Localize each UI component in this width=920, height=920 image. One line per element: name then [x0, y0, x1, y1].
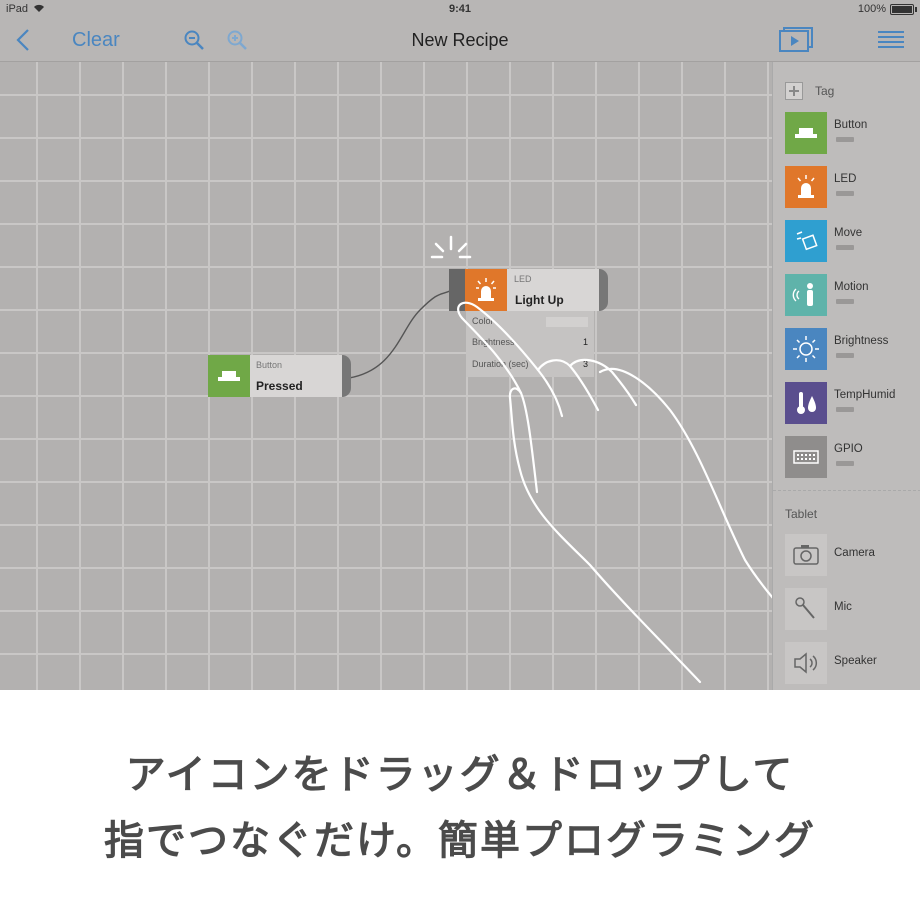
button-icon	[785, 112, 827, 154]
gpio-icon	[785, 436, 827, 478]
tag-section-label: Tag	[815, 84, 835, 98]
camera-icon	[785, 534, 827, 576]
block-palette-sidebar: Tag Button LED Move Motion Brightness Te…	[772, 62, 920, 690]
app-screen: iPad 9:41 100% Clear New Recipe Button P…	[0, 0, 920, 690]
caption-line-1: アイコンをドラッグ＆ドロップして	[125, 753, 795, 797]
palette-item-label: Camera	[834, 547, 875, 559]
motion-icon	[785, 274, 827, 316]
palette-item-camera[interactable]: Camera	[785, 534, 915, 576]
signal-bar	[836, 245, 854, 250]
signal-bar	[836, 137, 854, 142]
slideshow-icon[interactable]	[778, 26, 814, 54]
palette-item-label: Speaker	[834, 655, 877, 667]
palette-item-label: Motion	[834, 281, 869, 293]
palette-item-label: TempHumid	[834, 389, 896, 401]
signal-bar	[836, 191, 854, 196]
signal-bar	[836, 407, 854, 412]
palette-item-button[interactable]: Button	[785, 112, 915, 154]
palette-item-motion[interactable]: Motion	[785, 274, 915, 316]
signal-bar	[836, 299, 854, 304]
palette-item-label: Brightness	[834, 335, 889, 347]
battery-percent: 100%	[857, 3, 886, 15]
palette-item-brightness[interactable]: Brightness	[785, 328, 915, 370]
hand-gesture-icon	[457, 301, 772, 684]
palette-item-label: Button	[834, 119, 868, 131]
promo-caption: アイコンをドラッグ＆ドロップして 指でつなぐだけ。簡単プログラミング	[0, 690, 920, 920]
battery-icon	[890, 4, 917, 15]
led-icon	[785, 166, 827, 208]
signal-bar	[836, 461, 854, 466]
tablet-section-label: Tablet	[785, 507, 818, 521]
palette-item-label: Move	[834, 227, 863, 239]
sidebar-divider	[773, 490, 920, 491]
palette-item-label: LED	[834, 173, 857, 185]
palette-item-label: GPIO	[834, 443, 863, 455]
palette-item-led[interactable]: LED	[785, 166, 915, 208]
palette-item-speaker[interactable]: Speaker	[785, 642, 915, 684]
menu-icon[interactable]	[876, 26, 906, 54]
brightness-icon	[785, 328, 827, 370]
move-icon	[785, 220, 827, 262]
add-tag-icon[interactable]	[785, 82, 803, 100]
signal-bar	[836, 353, 854, 358]
temphumid-icon	[785, 382, 827, 424]
palette-item-mic[interactable]: Mic	[785, 588, 915, 630]
palette-item-move[interactable]: Move	[785, 220, 915, 262]
caption-line-2: 指でつなぐだけ。簡単プログラミング	[104, 819, 816, 863]
speaker-icon	[785, 642, 827, 684]
palette-item-temphumid[interactable]: TempHumid	[785, 382, 915, 424]
palette-item-gpio[interactable]: GPIO	[785, 436, 915, 478]
palette-item-label: Mic	[834, 601, 852, 613]
mic-icon	[785, 588, 827, 630]
